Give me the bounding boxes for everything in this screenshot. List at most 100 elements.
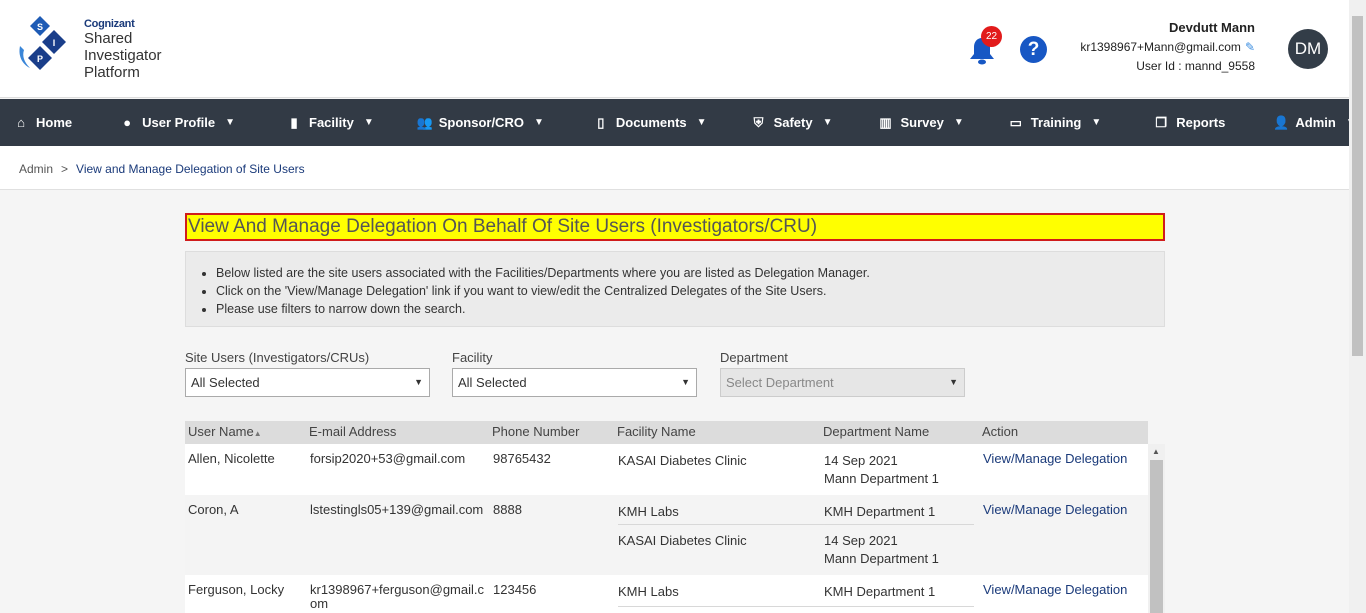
facility-value: All Selected (458, 375, 527, 390)
facility-select[interactable]: All Selected ▼ (452, 368, 697, 397)
chevron-down-icon: ▼ (822, 117, 833, 128)
dropdown-arrow-icon: ▼ (681, 377, 690, 387)
facility-filter: Facility All Selected ▼ (452, 350, 697, 397)
nav-label: Home (36, 115, 73, 130)
cell-facility: KASAI Diabetes Clinic (618, 533, 747, 548)
breadcrumb-admin[interactable]: Admin (19, 162, 53, 176)
col-phone: Phone Number (492, 424, 580, 439)
col-email: E-mail Address (309, 424, 397, 439)
nav-label: Survey (900, 115, 944, 130)
view-manage-delegation-link[interactable]: View/Manage Delegation (980, 444, 1130, 474)
top-header: S I P Cognizant Shared Investigator Plat… (0, 0, 1349, 98)
cell-phone: 98765432 (493, 451, 551, 466)
chevron-down-icon: ▼ (533, 117, 544, 128)
nav-label: Admin (1295, 115, 1336, 130)
site-users-filter: Site Users (Investigators/CRUs) All Sele… (185, 350, 430, 397)
table-scroll-thumb[interactable] (1150, 460, 1163, 613)
cell-facility: KMH Labs (618, 504, 679, 519)
user-email: kr1398967+Mann@gmail.com (1080, 40, 1241, 54)
notification-count-badge[interactable]: 22 (981, 26, 1002, 47)
dropdown-arrow-icon: ▼ (949, 377, 958, 387)
cell-department: KMH Department 1 (824, 504, 936, 519)
cell-facility: KASAI Diabetes Clinic (618, 453, 747, 468)
view-manage-delegation-link[interactable]: View/Manage Delegation (980, 575, 1130, 605)
help-icon[interactable]: ? (1020, 36, 1047, 63)
department-date: 14 Sep 2021 (824, 533, 898, 548)
logo-letter-p: P (37, 54, 43, 64)
table-scrollbar[interactable]: ▲ (1148, 444, 1165, 613)
site-users-value: All Selected (191, 375, 260, 390)
col-department: Department Name (823, 424, 930, 439)
view-manage-delegation-link[interactable]: View/Manage Delegation (980, 495, 1130, 525)
nav-home[interactable]: ⌂ Home (14, 99, 72, 146)
cell-department: 14 Sep 2021 Mann Department 1 (821, 526, 942, 574)
cell-phone: 123456 (493, 582, 537, 597)
cell-department: KMH Department 1 (824, 584, 936, 599)
logo-line-3: Platform (84, 64, 140, 81)
nav-label: Safety (773, 115, 813, 130)
edit-profile-icon[interactable]: ✎ (1245, 40, 1255, 54)
logo-line-2: Investigator (84, 47, 162, 64)
sip-logo[interactable]: S I P Cognizant Shared Investigator Plat… (16, 16, 176, 84)
nav-documents[interactable]: ▯ Documents ▼ (594, 99, 707, 146)
nav-label: Reports (1176, 115, 1226, 130)
department-label: Department (720, 350, 788, 365)
site-users-label: Site Users (Investigators/CRUs) (185, 350, 370, 365)
chevron-down-icon: ▼ (363, 117, 374, 128)
cell-user-name: Ferguson, Locky (188, 582, 285, 597)
nav-safety[interactable]: ⛨ Safety ▼ (752, 99, 833, 146)
page-scrollbar[interactable] (1349, 0, 1366, 613)
building-icon: ▮ (290, 114, 298, 130)
cell-email: forsip2020+53@gmail.com (310, 451, 466, 466)
chevron-down-icon: ▼ (225, 117, 236, 128)
main-nav: ⌂ Home ● User Profile ▼ ▮ Facility ▼ 👥 Sponsor… (0, 99, 1356, 146)
nav-facility[interactable]: ▮ Facility ▼ (287, 99, 374, 146)
copy-icon: ❐ (1155, 114, 1168, 130)
scroll-up-icon[interactable]: ▲ (1152, 447, 1160, 456)
nav-survey[interactable]: ▥ Survey ▼ (879, 99, 964, 146)
user-name: Devdutt Mann (1169, 20, 1255, 35)
breadcrumb-current: View and Manage Delegation of Site Users (76, 162, 305, 176)
dropdown-arrow-icon: ▼ (414, 377, 423, 387)
logo-brand: Cognizant (84, 18, 135, 30)
nav-user-profile[interactable]: ● User Profile ▼ (120, 99, 235, 146)
instruction-item: Click on the 'View/Manage Delegation' li… (216, 282, 1164, 300)
site-users-select[interactable]: All Selected ▼ (185, 368, 430, 397)
home-icon: ⌂ (17, 115, 25, 130)
chevron-down-icon: ▼ (696, 117, 707, 128)
table-header: User Name▲ E-mail Address Phone Number F… (185, 421, 1148, 444)
cell-email: lstestingls05+139@gmail.com (310, 502, 484, 517)
nav-label: Sponsor/CRO (438, 115, 524, 130)
nav-training[interactable]: ▭ Training ▼ (1009, 99, 1102, 146)
sip-logo-mark: S I P (19, 16, 66, 70)
nav-reports[interactable]: ❐ Reports (1154, 99, 1225, 146)
user-icon: 👤 (1273, 114, 1290, 130)
department-select[interactable]: Select Department ▼ (720, 368, 965, 397)
department-name: Mann Department 1 (824, 471, 939, 486)
chevron-down-icon: ▼ (953, 117, 964, 128)
laptop-icon: ▭ (1009, 114, 1022, 130)
avatar[interactable]: DM (1288, 29, 1328, 69)
user-info: Devdutt Mann kr1398967+Mann@gmail.com ✎ U… (1080, 20, 1255, 73)
logo-letter-i: I (53, 38, 56, 48)
page-title: View And Manage Delegation On Behalf Of … (185, 213, 1165, 241)
cell-user-name: Allen, Nicolette (188, 451, 275, 466)
user-email-row: kr1398967+Mann@gmail.com ✎ (1080, 40, 1255, 54)
table-row: Allen, Nicolette forsip2020+53@gmail.com… (185, 444, 1148, 495)
nav-sponsor-cro[interactable]: 👥 Sponsor/CRO ▼ (417, 99, 544, 146)
page-scroll-thumb[interactable] (1352, 16, 1363, 356)
nav-label: Training (1030, 115, 1082, 130)
col-facility: Facility Name (617, 424, 696, 439)
bar-chart-icon: ▥ (879, 114, 892, 130)
facility-label: Facility (452, 350, 493, 365)
table-row: Ferguson, Locky kr1398967+ferguson@gmail… (185, 575, 1148, 613)
cell-facility: KMH Labs (618, 584, 679, 599)
col-user-name[interactable]: User Name▲ (185, 421, 306, 444)
cell-phone: 8888 (493, 502, 522, 517)
nav-admin[interactable]: 👤Admin▼ (1273, 99, 1355, 146)
col-action: Action (982, 424, 1019, 439)
col-label: User Name (188, 424, 254, 439)
nav-label: Documents (615, 115, 687, 130)
sort-asc-icon: ▲ (253, 429, 262, 438)
instruction-item: Below listed are the site users associat… (216, 264, 1164, 282)
